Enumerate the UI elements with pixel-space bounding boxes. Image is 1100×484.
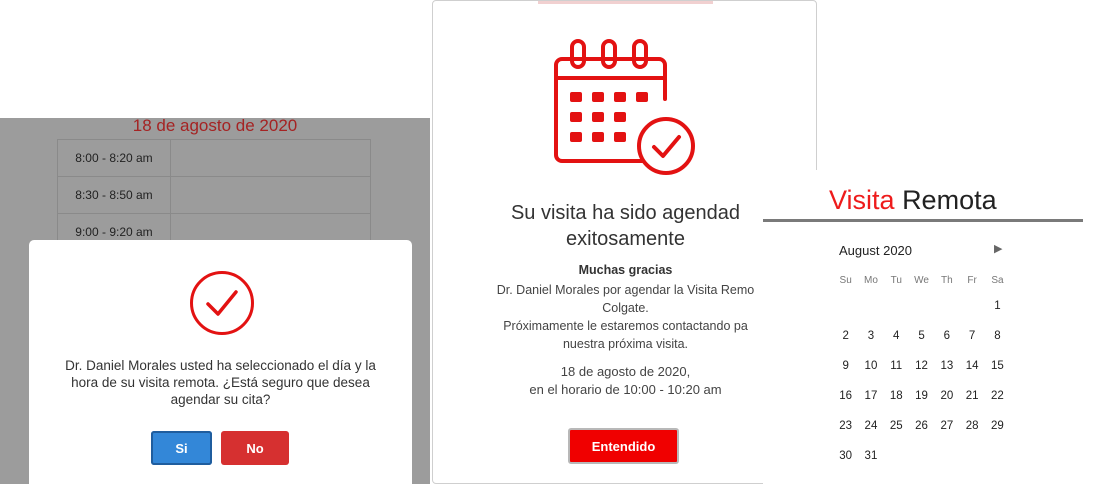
confirm-dialog: Dr. Daniel Morales usted ha seleccionado… [29, 240, 412, 484]
body-line: Colgate. [602, 301, 649, 315]
calendar-day[interactable]: 18 [884, 381, 909, 411]
appointment-time-line: en el horario de 10:00 - 10:20 am [529, 382, 722, 397]
calendar-week-row: 1 [833, 291, 1010, 321]
calendar-week-row: 2345678 [833, 321, 1010, 351]
calendar-day[interactable]: 15 [985, 351, 1010, 381]
weekday-header-row: Su Mo Tu We Th Fr Sa [833, 271, 1010, 291]
background-residue [538, 1, 713, 4]
calendar-day[interactable]: 3 [858, 321, 883, 351]
title-divider [763, 219, 1083, 222]
weekday-label: Fr [967, 275, 977, 286]
calendar-empty-cell [884, 441, 909, 471]
brand-title: Visita Remota [829, 185, 997, 216]
calendar-week-row: 9 10 11 12 13 14 15 [833, 351, 1010, 381]
date-picker-panel: Visita Remota August 2020 ▶ Su Mo Tu We Th Fr… [763, 170, 1100, 484]
success-body: Dr. Daniel Morales por agendar la Visita… [453, 281, 798, 353]
success-heading-line: Su visita ha sido agendad [510, 202, 741, 224]
calendar-day[interactable]: 5 [909, 321, 934, 351]
thanks-text: Muchas gracias [578, 263, 673, 277]
calendar-empty-cell [909, 441, 934, 471]
calendar-empty-cell [959, 441, 984, 471]
confirm-message: Dr. Daniel Morales usted ha seleccionado… [65, 358, 376, 407]
calendar-day[interactable]: 21 [959, 381, 984, 411]
brand-title-dark: Remota [902, 185, 997, 215]
calendar-day[interactable]: 20 [934, 381, 959, 411]
calendar-week-row: 30 31 [833, 441, 1010, 471]
calendar-day[interactable]: 31 [858, 441, 883, 471]
time-slot-row[interactable]: 8:00 - 8:20 am [57, 140, 371, 177]
calendar-day[interactable]: 24 [858, 411, 883, 441]
calendar-empty-cell [959, 291, 984, 321]
calendar-day[interactable]: 6 [934, 321, 959, 351]
calendar-day[interactable]: 8 [985, 321, 1010, 351]
calendar-day[interactable]: 10 [858, 351, 883, 381]
calendar-empty-cell [833, 291, 858, 321]
check-circle-icon [190, 271, 254, 335]
time-slot-label: 8:30 - 8:50 am [58, 177, 171, 213]
calendar-empty-cell [934, 441, 959, 471]
calendar-week-row: 23 24 25 26 27 28 29 [833, 411, 1010, 441]
calendar-day[interactable]: 16 [833, 381, 858, 411]
appointment-date-line: 18 de agosto de 2020, [560, 364, 691, 379]
calendar-day[interactable]: 17 [858, 381, 883, 411]
calendar-day[interactable]: 28 [959, 411, 984, 441]
success-heading: Su visita ha sido agendad exitosamente [453, 200, 798, 252]
calendar-day[interactable]: 9 [833, 351, 858, 381]
calendar-day[interactable]: 23 [833, 411, 858, 441]
weekday-label: We [914, 275, 929, 286]
calendar-day[interactable]: 11 [884, 351, 909, 381]
time-slot-label: 8:00 - 8:20 am [58, 140, 171, 176]
calendar-check-icon [554, 39, 695, 175]
schedule-panel: 18 de agosto de 2020 8:00 - 8:20 am 8:30… [0, 118, 430, 484]
calendar-day[interactable]: 7 [959, 321, 984, 351]
calendar-empty-cell [985, 441, 1010, 471]
brand-title-red: Visita [829, 185, 895, 215]
calendar-empty-cell [909, 291, 934, 321]
calendar-day[interactable]: 26 [909, 411, 934, 441]
confirm-no-button[interactable]: No [221, 431, 289, 465]
calendar-empty-cell [934, 291, 959, 321]
weekday-label: Th [941, 275, 953, 286]
calendar-grid: Su Mo Tu We Th Fr Sa 1 2 3 4 5 6 7 8 9 10 11 12 13 14 15 16 17 1… [833, 271, 1010, 471]
calendar-week-row: 16 17 18 19 20 21 22 [833, 381, 1010, 411]
success-modal: Su visita ha sido agendad exitosamente M… [432, 0, 817, 484]
weekday-label: Tu [890, 275, 902, 286]
calendar-day[interactable]: 29 [985, 411, 1010, 441]
time-slot-list: 8:00 - 8:20 am 8:30 - 8:50 am 9:00 - 9:2… [57, 139, 371, 251]
calendar-day[interactable]: 1 [985, 291, 1010, 321]
month-label: August 2020 [839, 243, 913, 258]
schedule-date-title: 18 de agosto de 2020 [132, 118, 298, 135]
time-slot-row[interactable]: 8:30 - 8:50 am [57, 177, 371, 214]
weekday-label: Su [839, 275, 852, 286]
body-line: Dr. Daniel Morales por agendar la Visita… [496, 283, 755, 297]
calendar-day[interactable]: 4 [884, 321, 909, 351]
weekday-label: Sa [991, 275, 1004, 286]
calendar-empty-cell [858, 291, 883, 321]
appointment-date: 18 de agosto de 2020, en el horario de 1… [433, 363, 816, 399]
calendar-empty-cell [884, 291, 909, 321]
calendar-day[interactable]: 25 [884, 411, 909, 441]
confirm-yes-button[interactable]: Si [151, 431, 212, 465]
weekday-label: Mo [863, 275, 878, 286]
calendar-day[interactable]: 12 [909, 351, 934, 381]
triangle-right-icon[interactable]: ▶ [994, 242, 1002, 255]
calendar-day[interactable]: 2 [833, 321, 858, 351]
body-line: Próximamente le estaremos contactando pa [503, 319, 748, 333]
body-line: nuestra próxima visita. [562, 337, 689, 351]
calendar-day[interactable]: 13 [934, 351, 959, 381]
calendar-day[interactable]: 14 [959, 351, 984, 381]
calendar-day[interactable]: 30 [833, 441, 858, 471]
calendar-day[interactable]: 27 [934, 411, 959, 441]
understood-button[interactable]: Entendido [568, 428, 679, 464]
success-heading-line: exitosamente [566, 228, 685, 250]
calendar-day[interactable]: 19 [909, 381, 934, 411]
calendar-day[interactable]: 22 [985, 381, 1010, 411]
